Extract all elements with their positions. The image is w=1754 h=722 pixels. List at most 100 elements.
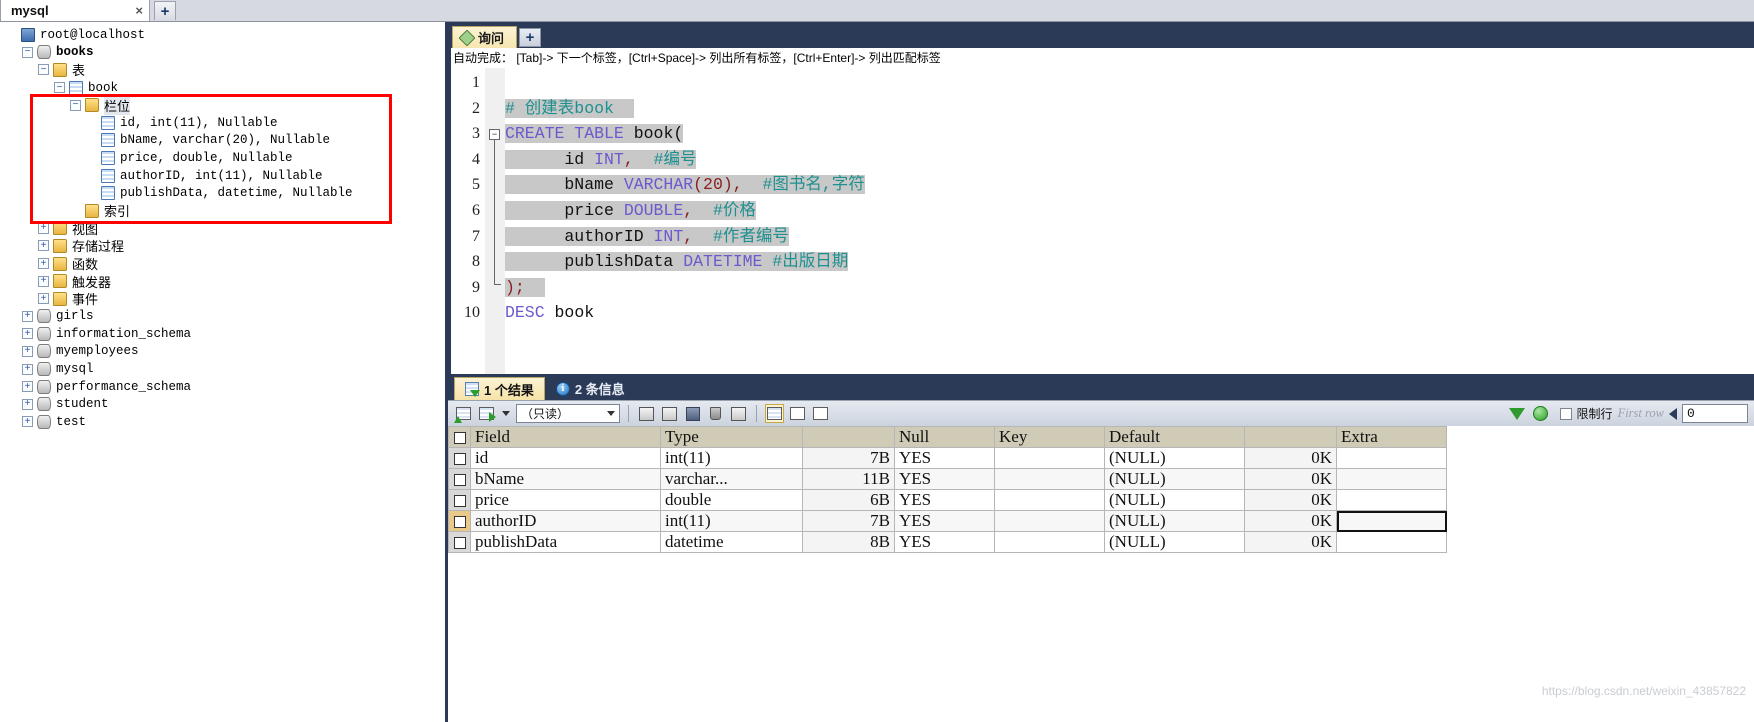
edit-mode-select[interactable]: （只读） — [516, 404, 620, 423]
tree-item-栏位[interactable]: − 栏位 — [0, 95, 445, 115]
cell-extra[interactable] — [1336, 531, 1447, 553]
refresh-record-icon[interactable] — [729, 404, 748, 423]
row-select-cell[interactable] — [448, 468, 471, 490]
limit-rows-checkbox[interactable] — [1559, 407, 1572, 420]
refresh-icon[interactable] — [1531, 404, 1550, 423]
tree-item-id, int(11), Nullable[interactable]: id, int(11), Nullable — [0, 114, 445, 132]
tree-item-student[interactable]: + student — [0, 395, 445, 413]
save-icon[interactable] — [683, 404, 702, 423]
expand-icon[interactable]: + — [22, 381, 33, 393]
code-line[interactable]: id INT, #编号 — [505, 147, 1754, 173]
tab-query[interactable]: 询问 — [452, 26, 518, 48]
connection-tab-mysql[interactable]: mysql × — [0, 0, 150, 21]
tree-item-存储过程[interactable]: + 存储过程 — [0, 237, 445, 255]
tab-result-messages[interactable]: i 2 条信息 — [545, 377, 636, 400]
cell-extra[interactable] — [1336, 489, 1447, 511]
checkbox-icon[interactable] — [453, 453, 466, 466]
cell-key[interactable] — [994, 510, 1105, 532]
sql-code-area[interactable]: # 创建表book CREATE TABLE book( id INT, #编号… — [505, 68, 1754, 374]
cell-extra[interactable] — [1336, 468, 1447, 490]
prev-arrow-icon[interactable] — [1669, 407, 1677, 420]
tree-item-information_schema[interactable]: + information_schema — [0, 325, 445, 343]
cell-default[interactable]: (NULL) — [1104, 510, 1245, 532]
code-line[interactable]: publishData DATETIME #出版日期 — [505, 249, 1754, 275]
table-row[interactable]: authorID int(11) 7B YES (NULL) 0K — [448, 510, 1447, 532]
column-header-type[interactable]: Type — [660, 426, 803, 448]
tree-item-test[interactable]: + test — [0, 413, 445, 431]
cell-null[interactable]: YES — [894, 531, 995, 553]
cell-key[interactable] — [994, 468, 1105, 490]
row-select-cell[interactable] — [448, 489, 471, 511]
collapse-icon[interactable]: − — [54, 82, 65, 94]
cell-size[interactable]: 6B — [802, 489, 895, 511]
tree-item-authorID, int(11), Nullable[interactable]: authorID, int(11), Nullable — [0, 167, 445, 185]
cell-ok[interactable]: 0K — [1244, 489, 1337, 511]
checkbox-icon[interactable] — [453, 432, 466, 445]
cell-type[interactable]: int(11) — [660, 510, 803, 532]
cell-key[interactable] — [994, 489, 1105, 511]
text-view-icon[interactable] — [811, 404, 830, 423]
cell-extra[interactable] — [1336, 510, 1447, 532]
tree-item-触发器[interactable]: + 触发器 — [0, 272, 445, 290]
fold-toggle-icon[interactable]: − — [489, 129, 500, 140]
code-line[interactable]: # 创建表book — [505, 96, 1754, 122]
add-record-icon[interactable] — [454, 404, 473, 423]
expand-icon[interactable]: + — [38, 275, 49, 287]
checkbox-icon[interactable] — [453, 474, 466, 487]
cell-field[interactable]: authorID — [470, 510, 661, 532]
cell-default[interactable]: (NULL) — [1104, 531, 1245, 553]
tree-item-索引[interactable]: 索引 — [0, 202, 445, 220]
form-view-icon[interactable] — [788, 404, 807, 423]
cell-size[interactable]: 8B — [802, 531, 895, 553]
table-row[interactable]: id int(11) 7B YES (NULL) 0K — [448, 447, 1447, 469]
expand-icon[interactable]: + — [22, 416, 33, 428]
cell-null[interactable]: YES — [894, 447, 995, 469]
cell-ok[interactable]: 0K — [1244, 510, 1337, 532]
cell-field[interactable]: price — [470, 489, 661, 511]
tree-item-视图[interactable]: + 视图 — [0, 220, 445, 238]
row-select-cell[interactable] — [448, 531, 471, 553]
cell-extra[interactable] — [1336, 447, 1447, 469]
tree-item-book[interactable]: − book — [0, 79, 445, 97]
new-query-tab-button[interactable]: + — [519, 28, 542, 47]
new-connection-tab-button[interactable]: + — [154, 1, 176, 20]
cell-type[interactable]: varchar... — [660, 468, 803, 490]
chevron-down-icon[interactable] — [500, 404, 512, 423]
checkbox-icon[interactable] — [453, 516, 466, 529]
expand-icon[interactable]: + — [38, 222, 49, 234]
sql-editor[interactable]: 1 2 3 4 5 6 7 8 9 10 − # 创建表book CREATE TABLE boo… — [448, 68, 1754, 374]
collapse-icon[interactable]: − — [38, 64, 49, 76]
column-header-size[interactable] — [802, 426, 895, 448]
tree-item-myemployees[interactable]: + myemployees — [0, 343, 445, 361]
export-record-icon[interactable] — [477, 404, 496, 423]
cell-size[interactable]: 11B — [802, 468, 895, 490]
checkbox-icon[interactable] — [453, 495, 466, 508]
table-row[interactable]: price double 6B YES (NULL) 0K — [448, 489, 1447, 511]
cell-default[interactable]: (NULL) — [1104, 447, 1245, 469]
code-line[interactable]: bName VARCHAR(20), #图书名,字符 — [505, 172, 1754, 198]
cell-field[interactable]: id — [470, 447, 661, 469]
expand-icon[interactable]: + — [22, 328, 33, 340]
grid-view-icon[interactable] — [765, 404, 784, 423]
expand-icon[interactable]: + — [38, 258, 49, 270]
tree-item-books[interactable]: − books — [0, 44, 445, 62]
code-line[interactable]: price DOUBLE, #价格 — [505, 198, 1754, 224]
tab-result-grid[interactable]: 1 个结果 — [454, 377, 545, 400]
column-header-ok[interactable] — [1244, 426, 1337, 448]
tree-item-performance_schema[interactable]: + performance_schema — [0, 378, 445, 396]
cell-null[interactable]: YES — [894, 510, 995, 532]
cell-null[interactable]: YES — [894, 468, 995, 490]
tree-item-price, double, Nullable[interactable]: price, double, Nullable — [0, 149, 445, 167]
tree-item-publishData, datetime, Nullable[interactable]: publishData, datetime, Nullable — [0, 184, 445, 202]
collapse-icon[interactable]: − — [22, 46, 33, 58]
copy-icon[interactable] — [637, 404, 656, 423]
cell-default[interactable]: (NULL) — [1104, 489, 1245, 511]
cell-ok[interactable]: 0K — [1244, 468, 1337, 490]
cell-default[interactable]: (NULL) — [1104, 468, 1245, 490]
expand-icon[interactable]: + — [38, 240, 49, 252]
table-row[interactable]: bName varchar... 11B YES (NULL) 0K — [448, 468, 1447, 490]
code-line[interactable]: authorID INT, #作者编号 — [505, 224, 1754, 250]
collapse-icon[interactable]: − — [70, 99, 81, 111]
code-line[interactable]: CREATE TABLE book( — [505, 121, 1754, 147]
paste-icon[interactable] — [660, 404, 679, 423]
